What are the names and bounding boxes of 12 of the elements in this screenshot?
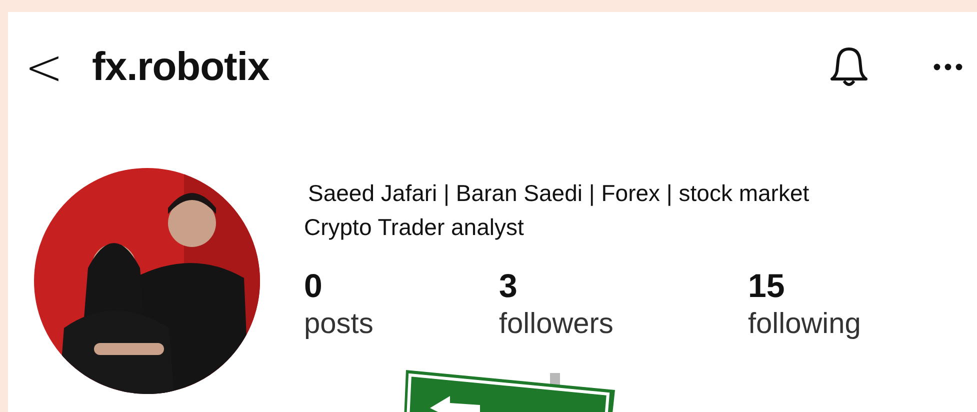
stat-count: 15 [748,268,786,304]
stat-label: posts [304,307,374,342]
bio-text: Crypto Trader analyst [304,213,525,242]
stat-label: followers [499,307,614,342]
back-button[interactable]: < [24,42,64,92]
bio-text: Saeed Jafari | Baran Saedi | Forex | stock market [307,179,810,208]
username-title: fx.robotix [92,44,270,90]
stat-label: following [748,307,862,342]
stat-count: 3 [499,268,518,304]
stat-count: 0 [304,268,324,304]
bell-icon[interactable] [829,45,869,89]
more-icon[interactable] [933,63,963,71]
